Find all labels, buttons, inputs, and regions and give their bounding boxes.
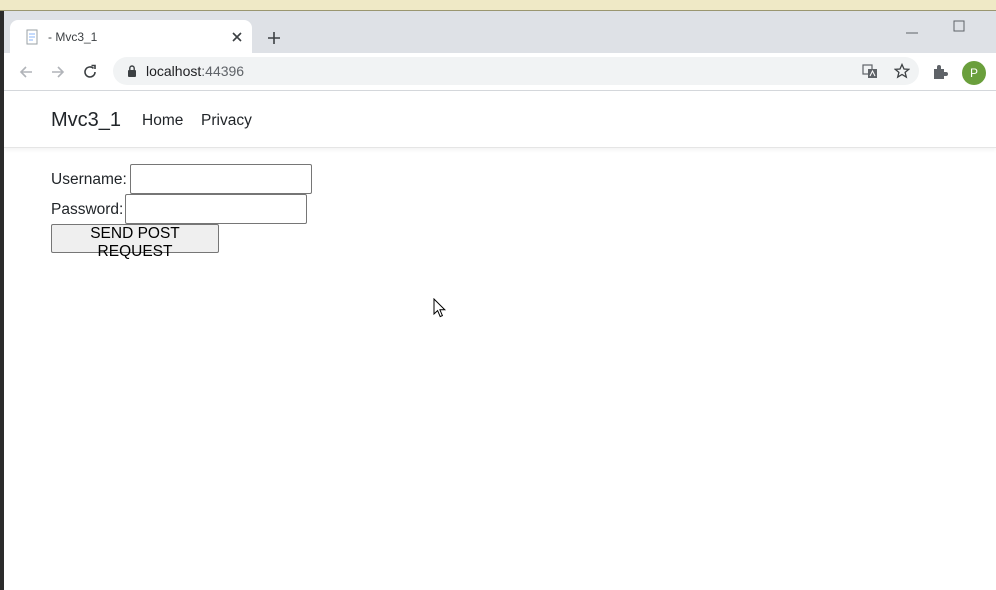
username-field[interactable] (130, 164, 312, 194)
star-icon[interactable] (893, 62, 911, 80)
site-navbar: Mvc3_1 Home Privacy (4, 91, 996, 148)
avatar[interactable]: P (962, 61, 986, 85)
address-bar[interactable]: localhost:44396 (113, 57, 919, 85)
browser-window: - Mvc3_1 localhost:44396 P Mvc3_1 Home P… (4, 11, 996, 590)
browser-tab[interactable]: - Mvc3_1 (10, 20, 252, 53)
reload-icon[interactable] (80, 62, 100, 82)
tab-title: - Mvc3_1 (48, 30, 98, 44)
username-label: Username: (51, 171, 127, 188)
url-port: :44396 (201, 63, 245, 79)
maximize-icon[interactable] (948, 19, 970, 35)
url-host: localhost (146, 63, 202, 79)
translate-icon[interactable] (861, 62, 879, 80)
nav-link-home[interactable]: Home (142, 111, 183, 131)
new-tab-icon[interactable] (263, 27, 285, 49)
lock-icon[interactable] (125, 64, 139, 78)
tab-bar: - Mvc3_1 (4, 11, 996, 53)
extensions-icon[interactable] (931, 63, 949, 81)
password-field[interactable] (125, 194, 307, 224)
nav-link-privacy[interactable]: Privacy (201, 111, 252, 131)
password-label: Password: (51, 201, 124, 218)
site-brand[interactable]: Mvc3_1 (51, 108, 121, 132)
back-icon[interactable] (16, 62, 36, 82)
close-icon[interactable] (228, 28, 246, 46)
browser-toolbar: localhost:44396 P (4, 53, 996, 91)
forward-icon[interactable] (48, 62, 68, 82)
minimize-icon[interactable] (902, 25, 922, 35)
url-text: localhost:44396 (146, 63, 244, 80)
page-content: Mvc3_1 Home Privacy Username: Password: … (4, 91, 996, 590)
mouse-cursor-icon (433, 297, 447, 318)
desktop-strip (0, 0, 996, 11)
send-post-request-button[interactable]: SEND POST REQUEST (51, 224, 219, 260)
page-icon (24, 29, 40, 45)
